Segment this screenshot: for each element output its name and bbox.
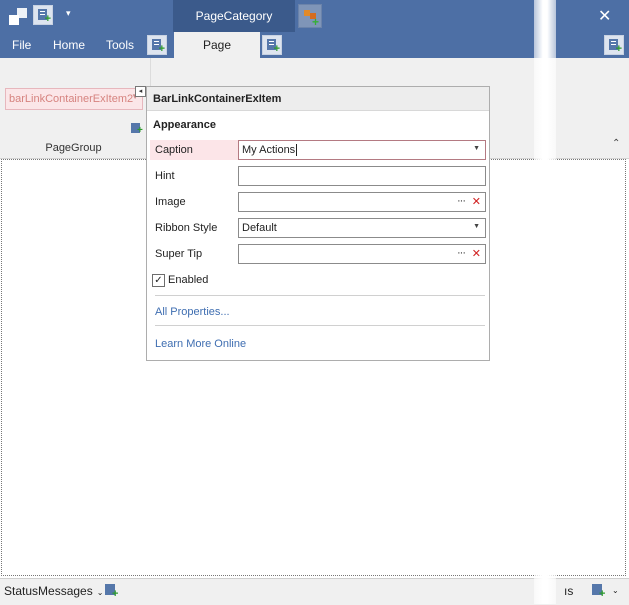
divider bbox=[155, 325, 485, 326]
status-messages-label: StatusMessages bbox=[4, 584, 93, 598]
collapse-ribbon-icon[interactable]: ⌃ bbox=[612, 138, 620, 149]
tab-file[interactable]: File bbox=[12, 32, 31, 58]
chevron-down-icon[interactable]: ▼ bbox=[473, 223, 480, 230]
hint-input[interactable] bbox=[238, 166, 486, 186]
popup-title: BarLinkContainerExItem bbox=[147, 87, 489, 111]
super-tip-label: Super Tip bbox=[155, 248, 203, 260]
smart-tag-popup: BarLinkContainerExItem Appearance Captio… bbox=[146, 86, 490, 361]
tab-tools[interactable]: Tools bbox=[106, 32, 134, 58]
caption-label: Caption bbox=[155, 144, 193, 156]
image-label: Image bbox=[155, 196, 186, 208]
tab-page[interactable]: Page bbox=[174, 32, 260, 58]
status-right-add-icon[interactable]: + bbox=[591, 583, 607, 600]
add-category-icon[interactable]: + bbox=[298, 4, 322, 28]
enabled-label: Enabled bbox=[168, 274, 209, 286]
bar-item-label: barLinkContainerExItem2 bbox=[9, 93, 134, 105]
caption-value: My Actions bbox=[242, 144, 296, 156]
page-group-label[interactable]: PageGroup bbox=[0, 142, 147, 154]
status-right-dropdown-icon[interactable]: ⌄ bbox=[612, 586, 619, 595]
add-page-right-icon[interactable]: + bbox=[604, 35, 624, 55]
image-input[interactable]: ··· ✕ bbox=[238, 192, 486, 212]
close-icon[interactable]: ✕ bbox=[598, 6, 611, 26]
status-messages-item[interactable]: StatusMessages ⌄ bbox=[4, 584, 103, 598]
all-properties-link[interactable]: All Properties... bbox=[155, 306, 230, 318]
qat-add-page-icon[interactable]: + bbox=[33, 5, 53, 25]
chevron-down-icon: ⌄ bbox=[96, 588, 104, 597]
app-icon[interactable] bbox=[9, 8, 27, 26]
hint-label: Hint bbox=[155, 170, 175, 182]
screenshot-gap bbox=[534, 0, 556, 604]
ribbon-style-value: Default bbox=[242, 222, 277, 234]
add-item-icon[interactable]: + bbox=[130, 122, 144, 136]
enabled-checkbox[interactable]: ✓ bbox=[152, 274, 165, 287]
bar-link-container-item[interactable]: barLinkContainerExItem2 ▼ bbox=[5, 88, 143, 110]
ribbon-style-select[interactable]: Default ▼ bbox=[238, 218, 486, 238]
clear-icon[interactable]: ✕ bbox=[472, 247, 481, 260]
tab-home[interactable]: Home bbox=[53, 32, 85, 58]
caption-input[interactable]: My Actions ▼ bbox=[238, 140, 486, 160]
super-tip-input[interactable]: ··· ✕ bbox=[238, 244, 486, 264]
ellipsis-icon[interactable]: ··· bbox=[457, 195, 466, 207]
learn-more-online-link[interactable]: Learn More Online bbox=[155, 338, 246, 350]
add-page-after-icon[interactable]: + bbox=[262, 35, 282, 55]
ellipsis-icon[interactable]: ··· bbox=[457, 247, 466, 259]
status-right-item[interactable]: ıs bbox=[564, 584, 573, 598]
qat-dropdown-icon[interactable]: ▾ bbox=[66, 8, 71, 19]
text-caret bbox=[296, 144, 298, 156]
clear-icon[interactable]: ✕ bbox=[472, 195, 481, 208]
add-page-icon[interactable]: + bbox=[147, 35, 167, 55]
smart-tag-icon[interactable]: ◂ bbox=[135, 86, 146, 97]
divider bbox=[155, 295, 485, 296]
chevron-down-icon[interactable]: ▼ bbox=[473, 145, 480, 152]
status-add-item-icon[interactable]: + bbox=[104, 583, 120, 600]
ribbon-style-label: Ribbon Style bbox=[155, 222, 218, 234]
page-category-tab[interactable]: PageCategory bbox=[173, 0, 295, 32]
appearance-section-title: Appearance bbox=[153, 119, 216, 131]
